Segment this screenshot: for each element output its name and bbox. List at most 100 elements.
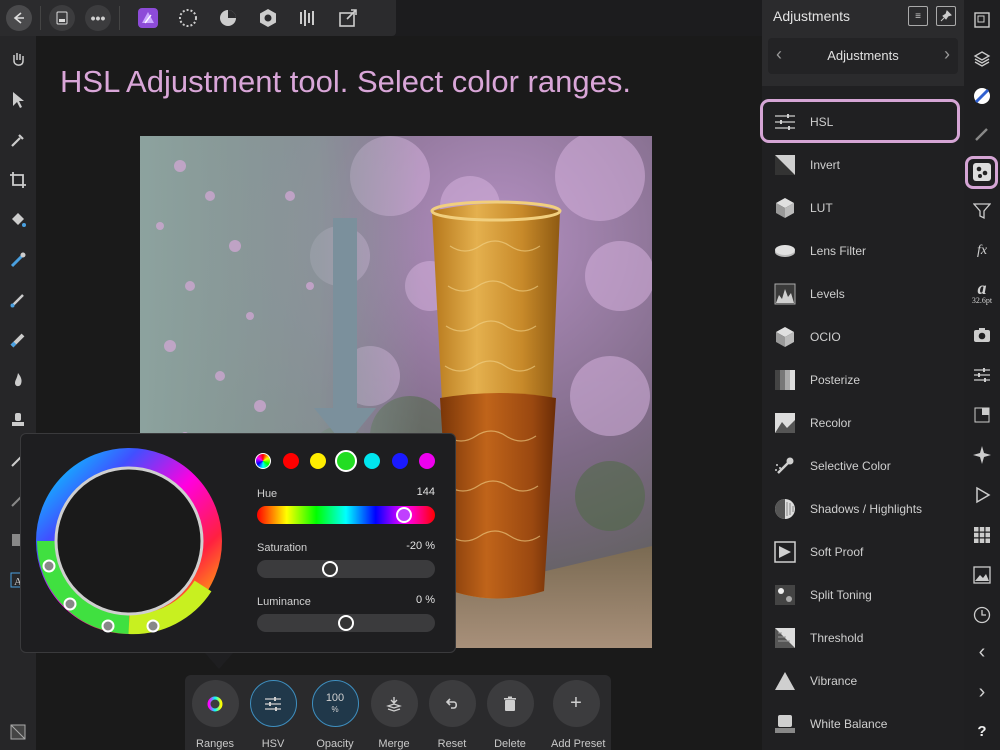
paint-brush-tool-icon[interactable] <box>6 288 30 312</box>
merge-button[interactable]: Merge <box>369 680 419 750</box>
swatch-green[interactable] <box>335 450 357 472</box>
hue-value: 144 <box>416 486 435 498</box>
navigator-icon[interactable] <box>970 8 994 32</box>
adjustment-label: Selective Color <box>810 458 891 473</box>
photo-persona-icon[interactable] <box>128 3 168 33</box>
studio-strip: fx a 32.6pt ‹ › ? <box>964 0 1000 750</box>
hsv-button[interactable]: HSV <box>248 680 298 750</box>
adjustment-item-levels[interactable]: Levels <box>762 272 964 315</box>
category-nav: ‹ Adjustments › <box>768 38 958 74</box>
adjustment-item-soft-proof[interactable]: Soft Proof <box>762 530 964 573</box>
nav-next-icon[interactable]: › <box>944 44 950 65</box>
adjustment-label: Levels <box>810 286 845 301</box>
adjustment-item-white-balance[interactable]: White Balance <box>762 702 964 745</box>
adjustment-item-lens-filter[interactable]: Lens Filter <box>762 229 964 272</box>
panel-title: Adjustments <box>773 8 851 24</box>
pin-icon[interactable] <box>936 6 956 26</box>
tile-persona-icon[interactable] <box>328 3 368 33</box>
adjustment-list: HSL Invert LUT Lens Filter Levels OCIO P… <box>762 86 964 750</box>
opacity-button[interactable]: 100 % Opacity <box>310 680 360 750</box>
image-icon[interactable] <box>970 563 994 587</box>
split-toning-icon <box>774 584 796 606</box>
saturation-slider[interactable] <box>257 560 435 578</box>
undo-arrow-icon <box>428 680 476 727</box>
liquify-persona-icon[interactable] <box>168 3 208 33</box>
clone-tool-icon[interactable] <box>6 408 30 432</box>
luminance-slider[interactable] <box>257 614 435 632</box>
camera-icon[interactable] <box>970 323 994 347</box>
toolbar-separator <box>40 6 41 30</box>
layers-icon[interactable] <box>970 47 994 71</box>
fx-icon[interactable]: fx <box>970 239 994 263</box>
adjustment-label: Recolor <box>810 415 852 430</box>
chevron-right-icon[interactable]: › <box>970 680 994 704</box>
ranges-button[interactable]: Ranges <box>190 680 240 750</box>
tone-mapping-persona-icon[interactable] <box>248 3 288 33</box>
swatch-yellow[interactable] <box>310 453 326 469</box>
reset-button[interactable]: Reset <box>427 680 477 750</box>
adjustment-label: LUT <box>810 200 833 215</box>
color-picker-tool-icon[interactable] <box>6 128 30 152</box>
adjustment-item-threshold[interactable]: Threshold <box>762 616 964 659</box>
luminance-slider-thumb[interactable] <box>338 615 354 631</box>
text-style-icon[interactable]: a 32.6pt <box>970 278 994 308</box>
hue-slider-thumb[interactable] <box>396 507 413 523</box>
history-icon[interactable] <box>970 603 994 627</box>
view-tool-icon[interactable] <box>6 48 30 72</box>
invert-icon <box>774 154 796 176</box>
adjustment-item-recolor[interactable]: Recolor <box>762 401 964 444</box>
adjustment-item-invert[interactable]: Invert <box>762 143 964 186</box>
color-icon[interactable] <box>970 84 994 108</box>
color-swatch-icon[interactable] <box>6 720 30 744</box>
export-persona-icon[interactable] <box>288 3 328 33</box>
toolbar-separator <box>119 6 120 30</box>
adjustment-item-ocio[interactable]: OCIO <box>762 315 964 358</box>
panel-menu-icon[interactable]: ≡ <box>908 6 928 26</box>
brushes-icon[interactable] <box>970 122 994 146</box>
adjustments-studio-highlight <box>965 156 998 189</box>
adjustment-item-shadows-highlights[interactable]: Shadows / Highlights <box>762 487 964 530</box>
trash-icon <box>486 680 534 727</box>
add-preset-button[interactable]: + Add Preset <box>551 680 605 750</box>
context-toolbar: Ranges HSV 100 % Opacity Merge Reset Del… <box>185 675 611 750</box>
swatch-red[interactable] <box>283 453 299 469</box>
adjustment-label: Posterize <box>810 372 861 387</box>
play-icon[interactable] <box>970 483 994 507</box>
erase-brush-tool-icon[interactable] <box>6 328 30 352</box>
swatch-cyan[interactable] <box>364 453 380 469</box>
transform-sliders-icon[interactable] <box>970 363 994 387</box>
swatch-master[interactable] <box>255 453 271 469</box>
move-tool-icon[interactable] <box>6 88 30 112</box>
saturation-label: Saturation <box>257 542 308 554</box>
crop-tool-icon[interactable] <box>6 168 30 192</box>
swatch-blue[interactable] <box>392 453 408 469</box>
develop-persona-icon[interactable] <box>208 3 248 33</box>
flood-fill-tool-icon[interactable] <box>6 208 30 232</box>
back-icon[interactable] <box>6 5 32 31</box>
saturation-slider-thumb[interactable] <box>321 561 338 577</box>
snapping-icon[interactable] <box>970 403 994 427</box>
adjustment-label: White Balance <box>810 716 888 731</box>
hue-label: Hue <box>257 488 278 500</box>
help-icon[interactable]: ? <box>970 719 994 743</box>
more-icon[interactable]: ••• <box>85 5 111 31</box>
live-filters-icon[interactable] <box>970 199 994 223</box>
chevron-left-icon[interactable]: ‹ <box>970 640 994 664</box>
hue-slider[interactable] <box>257 506 435 524</box>
adjustment-item-posterize[interactable]: Posterize <box>762 358 964 401</box>
grid-icon[interactable] <box>970 523 994 547</box>
adjustment-item-lut[interactable]: LUT <box>762 186 964 229</box>
gradient-tool-icon[interactable] <box>6 248 30 272</box>
adjustment-item-selective-color[interactable]: Selective Color <box>762 444 964 487</box>
adjustment-item-split-toning[interactable]: Split Toning <box>762 573 964 616</box>
ranges-label: Ranges <box>196 738 234 750</box>
panel-header: Adjustments ≡ <box>762 0 964 32</box>
adjustment-item-vibrance[interactable]: Vibrance <box>762 659 964 702</box>
compass-icon[interactable] <box>970 443 994 467</box>
swatch-magenta[interactable] <box>419 453 435 469</box>
dodge-burn-tool-icon[interactable] <box>6 368 30 392</box>
document-icon[interactable] <box>49 5 75 31</box>
delete-button[interactable]: Delete <box>485 680 535 750</box>
category-label: Adjustments <box>827 48 899 63</box>
hue-wheel[interactable] <box>33 446 225 642</box>
